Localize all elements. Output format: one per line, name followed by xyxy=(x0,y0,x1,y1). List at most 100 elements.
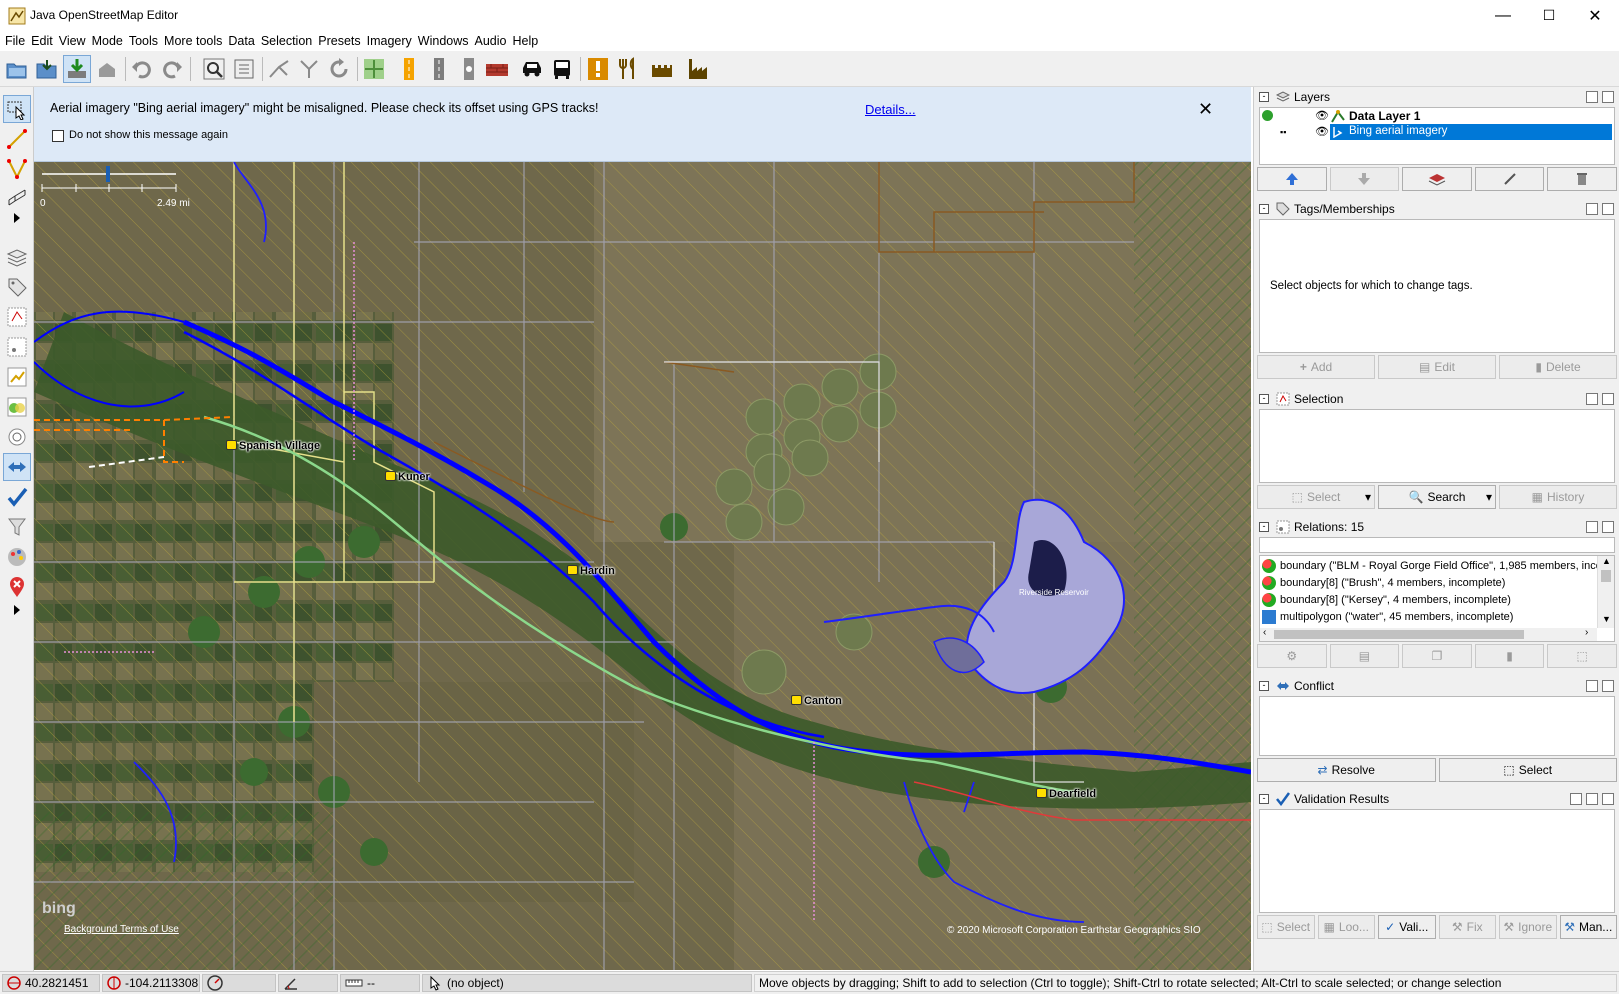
place-dearfield[interactable]: Dearfield xyxy=(1036,788,1096,800)
move-down-button[interactable] xyxy=(1329,167,1400,191)
refresh-icon[interactable] xyxy=(325,55,353,83)
barrier-preset-icon[interactable] xyxy=(483,55,511,83)
split-way-icon[interactable] xyxy=(265,55,293,83)
conflict-toggle-icon[interactable] xyxy=(3,393,31,421)
improve-way-icon[interactable] xyxy=(3,155,31,183)
visibility-eye-icon[interactable]: 👁 xyxy=(1315,109,1329,122)
conflict-dialog-icon[interactable] xyxy=(3,453,31,481)
do-not-show-checkbox[interactable] xyxy=(52,130,64,142)
hazard-preset-icon[interactable] xyxy=(584,55,612,83)
history-toggle-icon[interactable] xyxy=(3,363,31,391)
dock-validation-icon[interactable] xyxy=(1586,793,1598,805)
draw-nodes-icon[interactable] xyxy=(3,125,31,153)
menu-help[interactable]: Help xyxy=(512,34,544,48)
undo-icon[interactable] xyxy=(128,55,156,83)
filter-toggle-icon[interactable] xyxy=(3,423,31,451)
move-up-button[interactable] xyxy=(1257,167,1327,191)
close-relations-icon[interactable] xyxy=(1602,521,1614,533)
relations-vscrollbar[interactable]: ▲ ▼ xyxy=(1597,556,1614,628)
place-canton[interactable]: Canton xyxy=(791,695,842,707)
fix-button[interactable]: ⚒ Fix xyxy=(1438,915,1496,939)
zoom-to-data-icon[interactable] xyxy=(200,55,228,83)
menu-view[interactable]: View xyxy=(58,34,91,48)
scroll-down-icon[interactable]: ▼ xyxy=(1602,614,1611,624)
menu-presets[interactable]: Presets xyxy=(317,34,365,48)
close-tags-icon[interactable] xyxy=(1602,203,1614,215)
menu-file[interactable]: File xyxy=(4,34,30,48)
history-button[interactable]: ▦ History xyxy=(1499,485,1617,509)
delete-tag-button[interactable]: ▮ Delete xyxy=(1499,355,1617,379)
manage-ignored-button[interactable]: ⚒ Man... xyxy=(1559,915,1617,939)
relations-toggle-icon[interactable] xyxy=(3,333,31,361)
ignore-button[interactable]: ⚒ Ignore xyxy=(1499,915,1557,939)
tags-toggle-icon[interactable] xyxy=(3,273,31,301)
collapse-layers-icon[interactable]: - xyxy=(1259,92,1269,102)
relation-delete-button[interactable]: ▮ xyxy=(1474,644,1545,668)
collapse-validation-icon[interactable]: - xyxy=(1259,794,1269,804)
dock-layers-icon[interactable] xyxy=(1586,91,1598,103)
validation-select-button[interactable]: ⬚ Select xyxy=(1257,915,1315,939)
open-icon[interactable] xyxy=(3,55,31,83)
close-selection-icon[interactable] xyxy=(1602,393,1614,405)
scroll-left-icon[interactable]: ‹ xyxy=(1263,627,1266,638)
notes-toggle-icon[interactable] xyxy=(3,573,31,601)
add-tag-button[interactable]: + Add xyxy=(1257,355,1375,379)
relation-item[interactable]: boundary[8] ("Brush", 4 members, incompl… xyxy=(1262,575,1597,592)
relation-item[interactable]: boundary[8] ("Kersey", 4 members, incomp… xyxy=(1262,592,1597,609)
collapse-selection-icon[interactable]: - xyxy=(1259,394,1269,404)
menu-windows[interactable]: Windows xyxy=(417,34,474,48)
close-conflict-icon[interactable] xyxy=(1602,680,1614,692)
select-button[interactable]: ⬚ Select ▾ xyxy=(1257,485,1375,509)
restaurant-preset-icon[interactable] xyxy=(614,55,642,83)
selection-list[interactable] xyxy=(1259,409,1615,483)
edit-tag-button[interactable]: ▤ Edit xyxy=(1378,355,1496,379)
menu-more-tools[interactable]: More tools xyxy=(163,34,227,48)
industrial-preset-icon[interactable] xyxy=(685,55,713,83)
dock-relations-icon[interactable] xyxy=(1586,521,1598,533)
filter-funnel-icon[interactable] xyxy=(3,513,31,541)
minimize-button[interactable]: — xyxy=(1480,0,1526,31)
layers-toggle-icon[interactable] xyxy=(3,243,31,271)
validation-toggle-icon[interactable] xyxy=(3,483,31,511)
presets-search-icon[interactable] xyxy=(360,55,388,83)
resolve-button[interactable]: ⇄ Resolve xyxy=(1257,758,1436,782)
collapse-conflict-icon[interactable]: - xyxy=(1259,681,1269,691)
menu-tools[interactable]: Tools xyxy=(128,34,163,48)
menu-selection[interactable]: Selection xyxy=(260,34,317,48)
delete-layer-button[interactable] xyxy=(1547,167,1617,191)
validation-list[interactable] xyxy=(1259,809,1615,913)
bus-preset-icon[interactable] xyxy=(548,55,576,83)
castle-preset-icon[interactable] xyxy=(648,55,676,83)
download-icon[interactable] xyxy=(63,55,91,83)
search-button[interactable]: 🔍 Search ▾ xyxy=(1378,485,1496,509)
menu-edit[interactable]: Edit xyxy=(30,34,58,48)
dropdown-arrow-icon[interactable]: ▾ xyxy=(1365,490,1371,504)
hscroll-thumb[interactable] xyxy=(1274,630,1524,639)
collapse-tags-icon[interactable]: - xyxy=(1259,204,1269,214)
menu-audio[interactable]: Audio xyxy=(474,34,512,48)
relation-select-button[interactable]: ⬚ xyxy=(1547,644,1617,668)
expand-modes-icon[interactable] xyxy=(3,209,31,227)
validate-button[interactable]: ✓ Vali... xyxy=(1378,915,1436,939)
map-view[interactable]: 0 2.49 mi Spanish Village Kuner Hardin C… xyxy=(34,162,1251,970)
visibility-eye-icon[interactable]: 👁 xyxy=(1315,125,1329,138)
conflict-select-button[interactable]: ⬚ Select xyxy=(1438,758,1617,782)
close-validation-icon[interactable] xyxy=(1602,793,1614,805)
map-canvas[interactable] xyxy=(34,162,1251,970)
conflict-list[interactable] xyxy=(1259,696,1615,756)
car-preset-icon[interactable] xyxy=(518,55,546,83)
validation-lookup-button[interactable]: ▦ Loo... xyxy=(1317,915,1375,939)
road-preset-icon[interactable] xyxy=(425,55,453,83)
close-notice-icon[interactable]: ✕ xyxy=(1198,99,1213,120)
dock-selection-icon[interactable] xyxy=(1586,393,1598,405)
scroll-up-icon[interactable]: ▲ xyxy=(1602,556,1611,566)
validation-prefs-icon[interactable] xyxy=(1570,793,1582,805)
redo-icon[interactable] xyxy=(158,55,186,83)
preferences-icon[interactable] xyxy=(230,55,258,83)
map-paint-style-icon[interactable] xyxy=(3,543,31,571)
scroll-thumb[interactable] xyxy=(1601,570,1611,582)
menu-imagery[interactable]: Imagery xyxy=(366,34,417,48)
terms-of-use-link[interactable]: Background Terms of Use xyxy=(64,924,179,935)
relation-item[interactable]: multipolygon ("water", 45 members, incom… xyxy=(1262,609,1597,626)
layer-row-data[interactable]: 👁 Data Layer 1 xyxy=(1260,108,1614,124)
